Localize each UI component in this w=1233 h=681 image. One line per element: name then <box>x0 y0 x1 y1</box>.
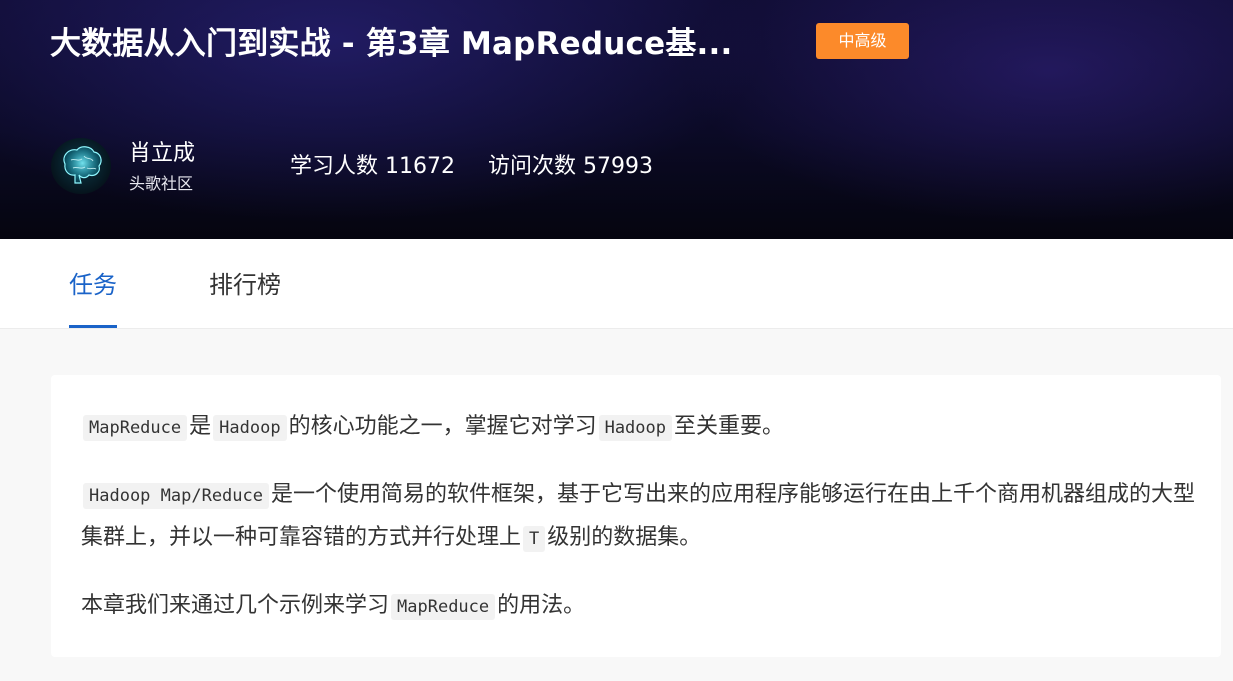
course-page: 大数据从入门到实战 - 第3章 MapReduce基... 中高级 肖立成 头歌… <box>0 0 1233 681</box>
tab-tasks[interactable]: 任务 <box>69 267 117 303</box>
learners-value: 11672 <box>385 154 456 179</box>
author-org: 头歌社区 <box>129 174 194 193</box>
intro-text: 至关重要。 <box>674 414 785 439</box>
intro-text: 是 <box>189 414 212 439</box>
intro-text: 的核心功能之一，掌握它对学习 <box>288 414 597 439</box>
inline-code: Hadoop Map/Reduce <box>83 483 269 509</box>
tab-bar: 任务 排行榜 <box>0 239 1233 329</box>
chapter-intro-card: MapReduce 是 Hadoop 的核心功能之一，掌握它对学习 Hadoop 至关重要… <box>51 375 1221 657</box>
inline-code: Hadoop <box>213 415 287 441</box>
visits-value: 57993 <box>583 154 654 179</box>
author-name[interactable]: 肖立成 <box>129 138 195 170</box>
course-title: 大数据从入门到实战 - 第3章 MapReduce基... <box>50 26 733 62</box>
inline-code: Hadoop <box>598 415 672 441</box>
intro-paragraph-3: 本章我们来通过几个示例来学习 MapReduce 的用法。 <box>81 585 1196 628</box>
learners-label: 学习人数 <box>290 154 379 179</box>
inline-code: MapReduce <box>391 594 496 620</box>
visits-label: 访问次数 <box>488 154 577 179</box>
inline-code: MapReduce <box>83 415 188 441</box>
visits-stat: 访问次数 57993 <box>488 150 653 184</box>
tab-leaderboard[interactable]: 排行榜 <box>209 267 281 303</box>
inline-code: T <box>523 526 546 552</box>
learners-stat: 学习人数 11672 <box>290 150 455 184</box>
intro-text: 级别的数据集。 <box>547 525 702 550</box>
intro-text: 本章我们来通过几个示例来学习 <box>81 593 390 618</box>
intro-paragraph-1: MapReduce 是 Hadoop 的核心功能之一，掌握它对学习 Hadoop 至关重要… <box>81 406 1196 449</box>
course-header-banner: 大数据从入门到实战 - 第3章 MapReduce基... 中高级 肖立成 头歌… <box>0 0 1233 239</box>
author-avatar[interactable] <box>51 138 111 194</box>
active-tab-indicator <box>69 325 117 328</box>
intro-text: 的用法。 <box>497 593 586 618</box>
level-badge: 中高级 <box>816 23 909 59</box>
brain-icon <box>63 146 102 184</box>
intro-paragraph-2: Hadoop Map/Reduce 是一个使用简易的软件框架，基于它写出来的应用程… <box>81 474 1196 560</box>
